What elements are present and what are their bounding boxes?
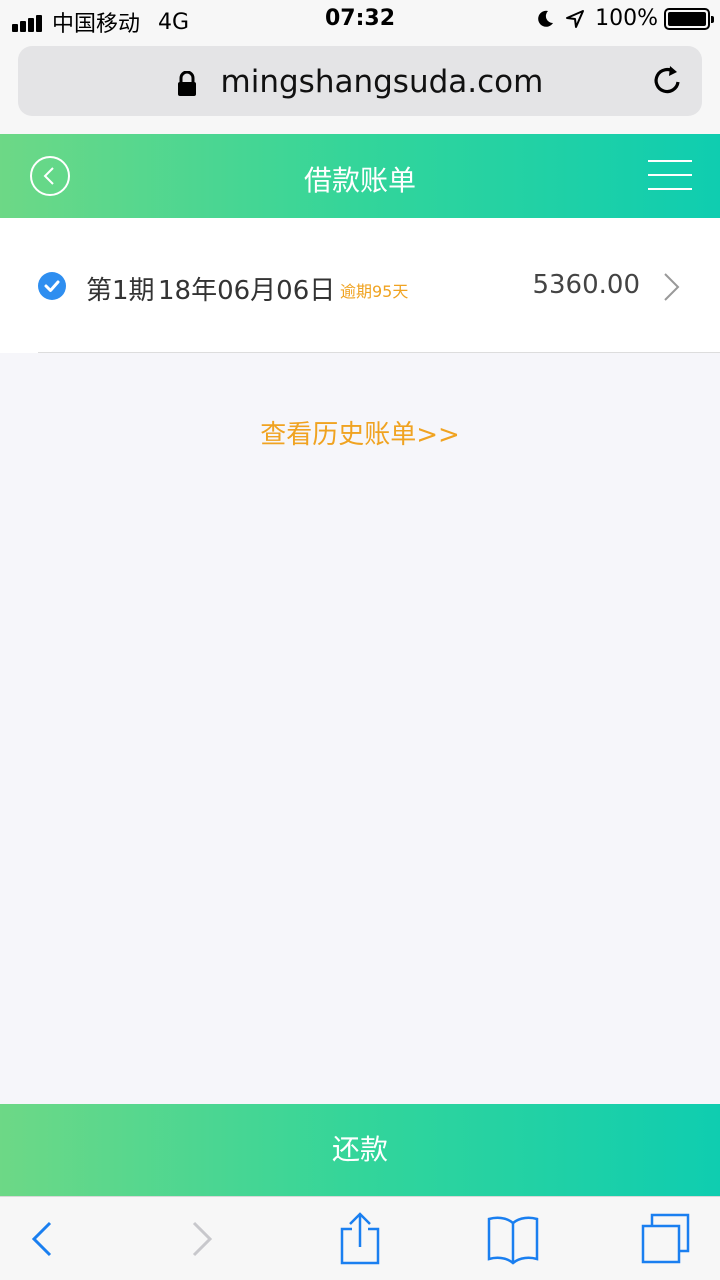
- moon-icon: [538, 10, 554, 27]
- address-content: mingshangsuda.com: [18, 64, 702, 100]
- page-title: 借款账单: [303, 164, 416, 197]
- lock-icon: [177, 70, 196, 96]
- battery-icon: [664, 7, 714, 30]
- status-bar: 中国移动 4G 07:32 100%: [0, 0, 720, 40]
- forward-arrow-icon[interactable]: [188, 1211, 216, 1267]
- url-text: mingshangsuda.com: [220, 64, 544, 100]
- overdue-badge: 逾期95天: [340, 282, 409, 301]
- bill-due-date: 18年06月06日: [158, 276, 336, 306]
- bill-amount: 5360.00: [532, 270, 640, 300]
- bill-period: 第1期: [86, 276, 155, 306]
- chevron-right-icon[interactable]: [662, 272, 682, 302]
- bill-row[interactable]: 第1期 18年06月06日 逾期95天 5360.00: [0, 218, 720, 352]
- history-bills-link[interactable]: 查看历史账单>>: [0, 414, 720, 451]
- check-icon[interactable]: [38, 272, 66, 300]
- reload-icon[interactable]: [650, 62, 686, 98]
- repay-button[interactable]: 还款: [0, 1104, 720, 1196]
- address-bar[interactable]: mingshangsuda.com: [18, 46, 702, 116]
- row-divider: [38, 352, 720, 353]
- location-icon: [566, 9, 585, 28]
- app-header: 借款账单: [0, 134, 720, 218]
- screen: 中国移动 4G 07:32 100% mingshangsuda.com 借款账…: [0, 0, 720, 1280]
- browser-toolbar: [0, 1196, 720, 1280]
- tabs-icon[interactable]: [640, 1211, 692, 1267]
- battery-percent: 100%: [595, 6, 658, 31]
- status-right: 100%: [535, 6, 714, 31]
- share-icon[interactable]: [338, 1211, 382, 1267]
- menu-icon[interactable]: [648, 160, 692, 192]
- back-arrow-icon[interactable]: [28, 1211, 56, 1267]
- browser-address-area: mingshangsuda.com: [0, 40, 720, 134]
- bookmarks-icon[interactable]: [486, 1211, 540, 1267]
- bill-list: 第1期 18年06月06日 逾期95天 5360.00: [0, 218, 720, 353]
